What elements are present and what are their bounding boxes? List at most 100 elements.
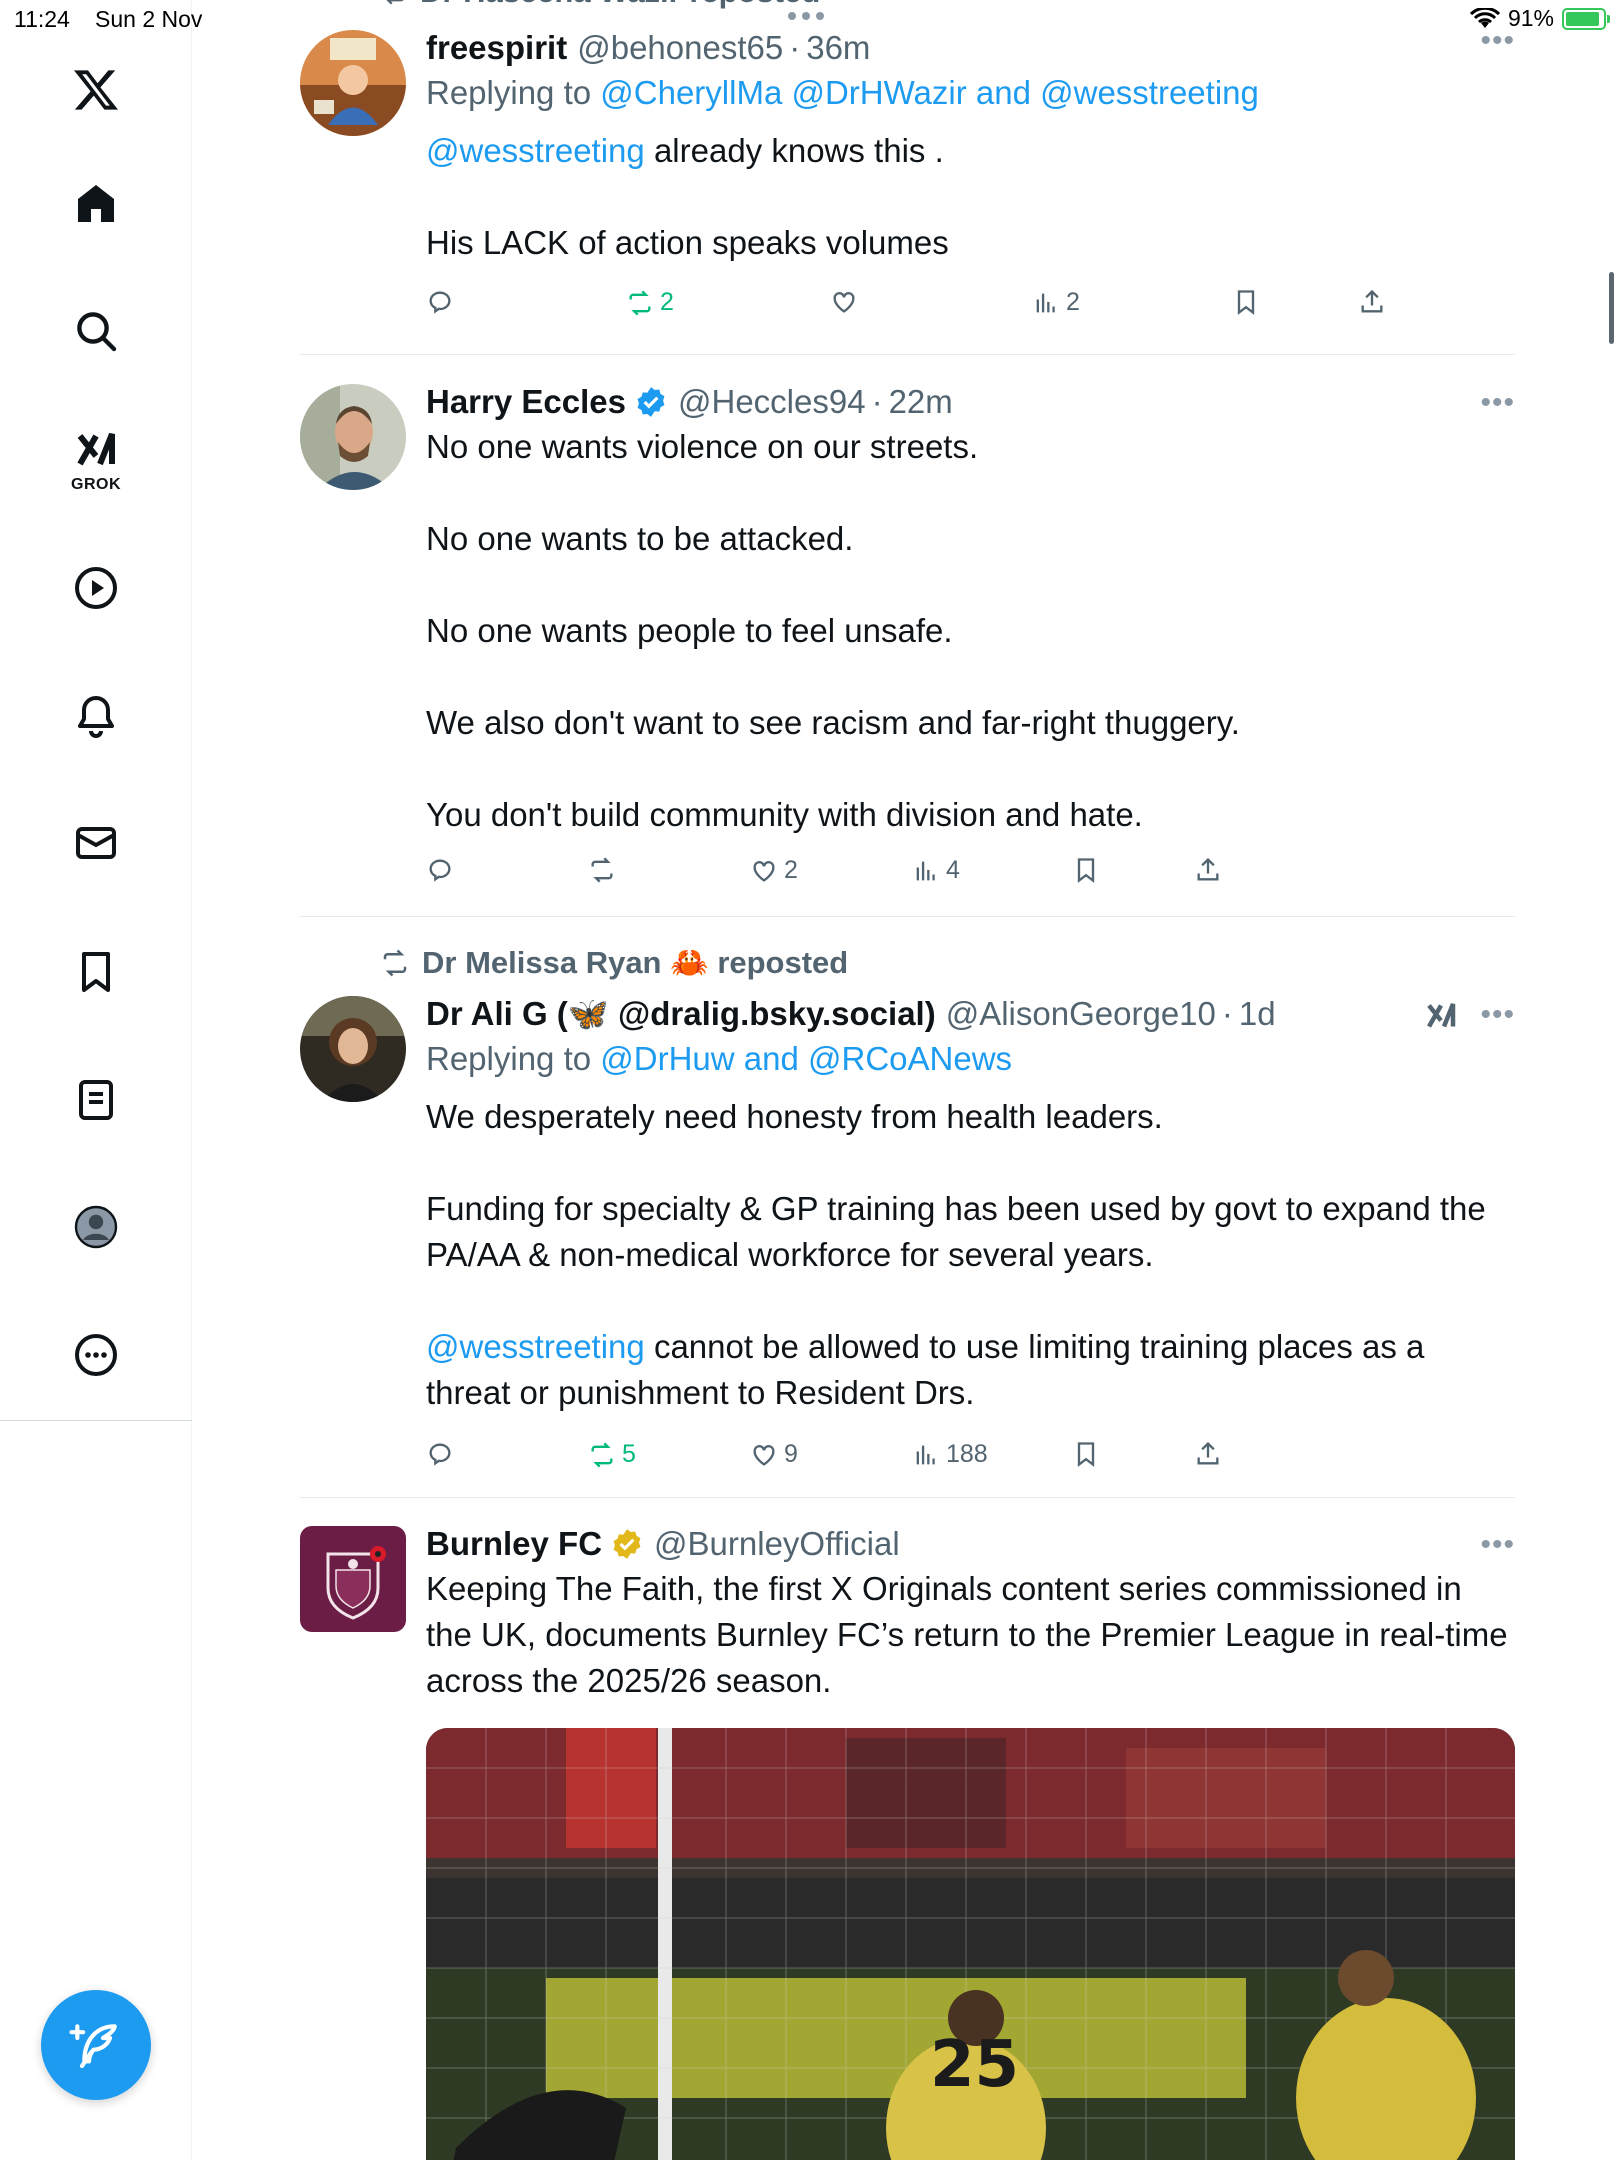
- play-icon: [75, 567, 117, 609]
- compose-button[interactable]: [41, 1990, 151, 2100]
- author-name[interactable]: Harry Eccles: [426, 380, 626, 424]
- home-icon: [78, 185, 114, 222]
- repost-icon: [591, 1442, 613, 1467]
- tweet-time[interactable]: 22m: [889, 380, 953, 424]
- wifi-icon: [1469, 7, 1500, 28]
- avatar[interactable]: [300, 1526, 406, 1632]
- views-icon: [916, 861, 935, 880]
- tweet-actions: 2 2: [426, 288, 1426, 328]
- reply-button[interactable]: [426, 856, 454, 884]
- avatar[interactable]: [300, 30, 406, 136]
- sidebar-item-lists[interactable]: [66, 1070, 126, 1130]
- butterfly-emoji: 🦋: [567, 995, 609, 1032]
- sidebar-item-profile[interactable]: [66, 1197, 126, 1257]
- bookmark-button[interactable]: [1072, 856, 1100, 884]
- tweet-actions: 5 9 188: [426, 1440, 1426, 1480]
- sidebar-item-grok[interactable]: [66, 420, 126, 480]
- like-count: 2: [784, 856, 798, 884]
- compose-icon: [69, 2024, 117, 2069]
- tweet-header: Dr Ali G (🦋 @dralig.bsky.social) @Alison…: [426, 992, 1515, 1036]
- share-button[interactable]: [1358, 288, 1386, 316]
- x-logo-icon[interactable]: [66, 60, 126, 120]
- sidebar-item-video[interactable]: [66, 558, 126, 618]
- tweet-header: Harry Eccles @Heccles94 · 22m: [426, 380, 1515, 424]
- reply-mentions-link[interactable]: @CheryllMa @DrHWazir and @wesstreeting: [600, 74, 1259, 111]
- tweet-header: Burnley FC @BurnleyOfficial: [426, 1522, 1515, 1566]
- profile-icon: [74, 1205, 118, 1249]
- reply-mentions-link[interactable]: @DrHuw and @RCoANews: [600, 1040, 1012, 1077]
- views-icon: [916, 1445, 935, 1464]
- sidebar-item-more[interactable]: [66, 1325, 126, 1385]
- tweet[interactable]: Harry Eccles @Heccles94 · 22m ••• No one…: [300, 380, 1515, 916]
- more-options-button[interactable]: •••: [1480, 1528, 1515, 1562]
- sidebar-item-home[interactable]: [66, 174, 126, 234]
- sidebar-item-notifications[interactable]: [66, 686, 126, 746]
- scroll-indicator[interactable]: [1609, 272, 1614, 344]
- views-count: 4: [946, 856, 960, 884]
- sidebar-item-bookmarks[interactable]: [66, 942, 126, 1002]
- like-button[interactable]: [830, 288, 858, 316]
- repost-button[interactable]: [588, 856, 616, 884]
- tweet-text: We desperately need honesty from health …: [426, 1094, 1515, 1416]
- tweet-divider: [300, 354, 1515, 355]
- multitask-grabber[interactable]: [788, 12, 824, 20]
- tweet-actions: 2 4: [426, 856, 1426, 896]
- share-button[interactable]: [1194, 1440, 1222, 1468]
- reply-icon: [429, 859, 451, 882]
- views-count: 2: [1066, 288, 1080, 316]
- verified-icon: [613, 1529, 641, 1559]
- repost-button[interactable]: 2: [626, 288, 674, 317]
- status-time: 11:24: [14, 6, 70, 32]
- author-handle[interactable]: @AlisonGeorge10: [946, 992, 1216, 1036]
- repost-button[interactable]: 5: [588, 1440, 636, 1469]
- tweet-text-line: No one wants violence on our streets.: [426, 428, 979, 465]
- tweet-media-video[interactable]: 25: [426, 1728, 1515, 2160]
- grok-icon[interactable]: [1423, 998, 1459, 1034]
- repost-count: 5: [622, 1440, 636, 1468]
- battery-icon: [1562, 7, 1610, 30]
- sidebar-item-search[interactable]: [66, 301, 126, 361]
- repost-icon: [591, 857, 613, 883]
- like-button[interactable]: 9: [750, 1440, 798, 1469]
- share-icon: [1197, 857, 1219, 881]
- bookmark-button[interactable]: [1072, 1440, 1100, 1468]
- repost-context-text[interactable]: Dr Melissa Ryan 🦀 reposted: [422, 944, 848, 981]
- tweet-time[interactable]: 1d: [1239, 992, 1276, 1036]
- search-icon: [77, 312, 117, 352]
- replying-to: Replying to @CheryllMa @DrHWazir and @we…: [426, 70, 1515, 116]
- tweet-text-line: Funding for specialty & GP training has …: [426, 1190, 1486, 1273]
- timeline-feed: Dr Haseena Wazir reposted freespirit @be…: [300, 0, 1515, 2160]
- avatar[interactable]: [300, 384, 406, 490]
- author-handle[interactable]: @BurnleyOfficial: [654, 1522, 900, 1566]
- share-icon: [1197, 1441, 1219, 1465]
- share-button[interactable]: [1194, 856, 1222, 884]
- reply-button[interactable]: [426, 1440, 454, 1468]
- reply-button[interactable]: [426, 288, 454, 316]
- more-options-button[interactable]: •••: [1480, 998, 1515, 1032]
- mention-link[interactable]: @wesstreeting: [426, 1328, 645, 1365]
- more-options-button[interactable]: •••: [1480, 386, 1515, 420]
- tweet-text-line: already knows this .: [653, 132, 944, 169]
- tweet[interactable]: freespirit @behonest65 · 36m ••• Replyin…: [300, 24, 1515, 356]
- repost-count: 2: [660, 288, 674, 316]
- views-button[interactable]: 2: [1032, 288, 1080, 317]
- sidebar-item-messages[interactable]: [66, 813, 126, 873]
- share-icon: [1361, 289, 1383, 313]
- author-name[interactable]: Burnley FC: [426, 1522, 602, 1566]
- like-icon: [753, 860, 775, 882]
- grok-icon: [77, 432, 115, 466]
- bookmark-icon: [1077, 858, 1095, 883]
- views-button[interactable]: 4: [912, 856, 960, 885]
- author-name[interactable]: Dr Ali G (🦋 @dralig.bsky.social): [426, 992, 936, 1036]
- like-button[interactable]: 2: [750, 856, 798, 885]
- author-handle[interactable]: @Heccles94: [678, 380, 866, 424]
- views-button[interactable]: 188: [912, 1440, 988, 1469]
- tweet-text: @wesstreeting already knows this . His L…: [426, 128, 1515, 266]
- more-icon: [75, 1334, 117, 1376]
- tweet[interactable]: Burnley FC @BurnleyOfficial ••• Keeping …: [300, 1522, 1515, 2160]
- tweet-text-line: You don't build community with division …: [426, 796, 1143, 833]
- bookmark-button[interactable]: [1232, 288, 1260, 316]
- tweet[interactable]: Dr Ali G (🦋 @dralig.bsky.social) @Alison…: [300, 992, 1515, 1492]
- mention-link[interactable]: @wesstreeting: [426, 132, 645, 169]
- avatar[interactable]: [300, 996, 406, 1102]
